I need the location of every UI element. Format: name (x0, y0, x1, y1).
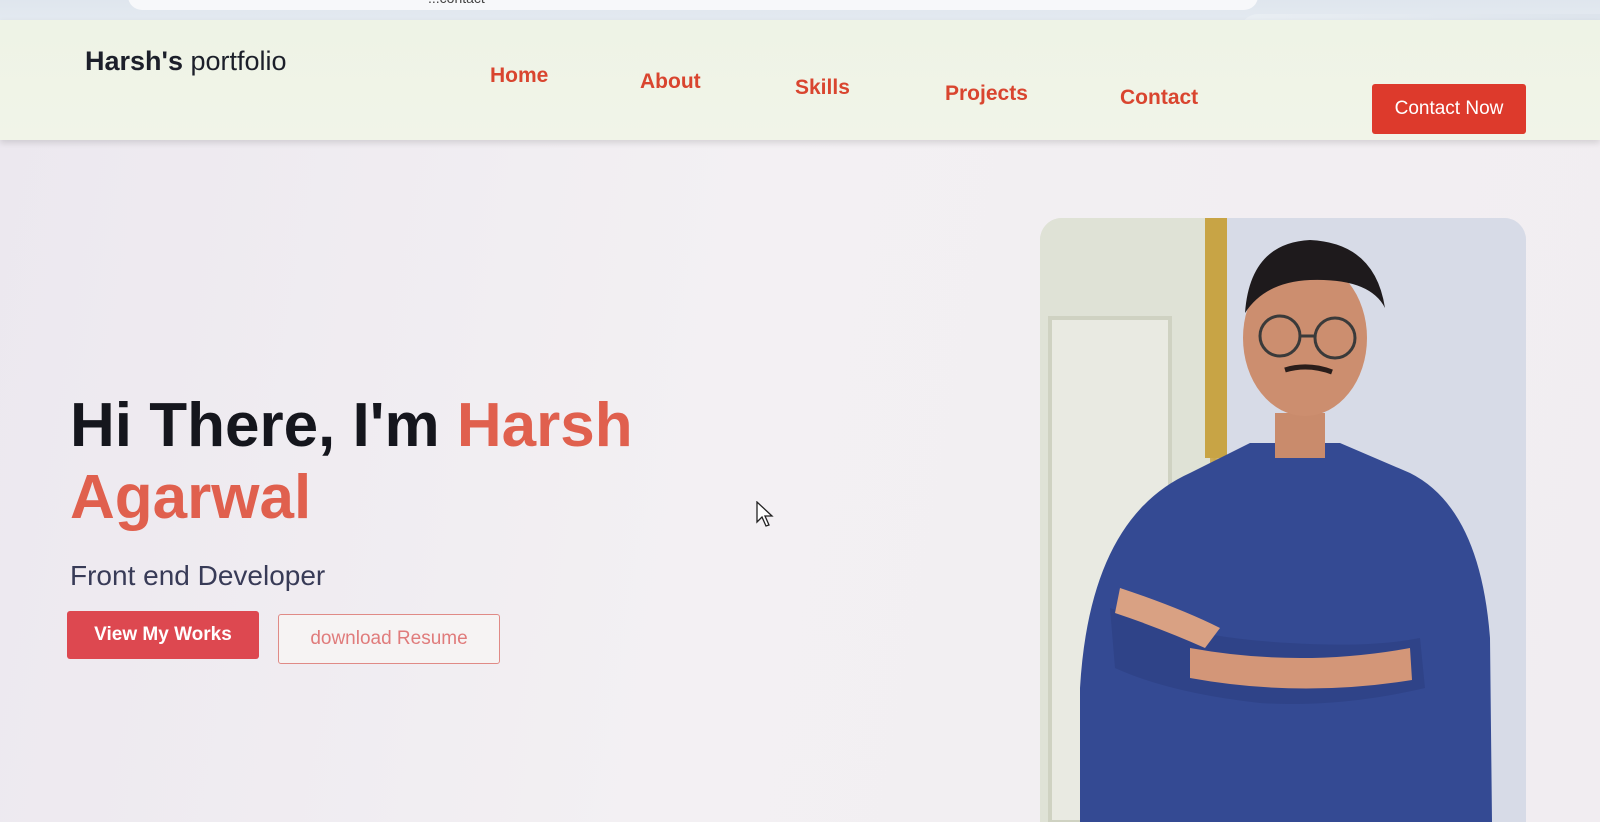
portfolio-page: Harsh's portfolio Home About Skills Proj… (0, 20, 1600, 822)
nav-link-contact[interactable]: Contact (1120, 86, 1198, 110)
profile-photo (1040, 218, 1526, 822)
brand-suffix: portfolio (182, 46, 287, 76)
view-my-works-button[interactable]: View My Works (67, 611, 259, 659)
nav-link-about[interactable]: About (640, 70, 701, 94)
address-bar[interactable]: ...contact (128, 0, 1258, 10)
navbar: Harsh's portfolio Home About Skills Proj… (0, 20, 1600, 140)
nav-link-projects[interactable]: Projects (945, 82, 1028, 106)
profile-photo-illustration (1040, 218, 1526, 822)
mouse-cursor-icon (756, 501, 774, 527)
contact-now-button[interactable]: Contact Now (1372, 84, 1526, 134)
nav-link-home[interactable]: Home (490, 64, 548, 88)
hero-greeting: Hi There, I'm (70, 391, 457, 460)
site-brand[interactable]: Harsh's portfolio (85, 46, 287, 77)
download-resume-button[interactable]: download Resume (278, 614, 500, 664)
brand-name: Harsh's (85, 46, 183, 76)
hero-title: Hi There, I'm Harsh Agarwal (70, 390, 710, 534)
nav-link-skills[interactable]: Skills (795, 76, 850, 100)
hero-subtitle: Front end Developer (70, 560, 326, 591)
